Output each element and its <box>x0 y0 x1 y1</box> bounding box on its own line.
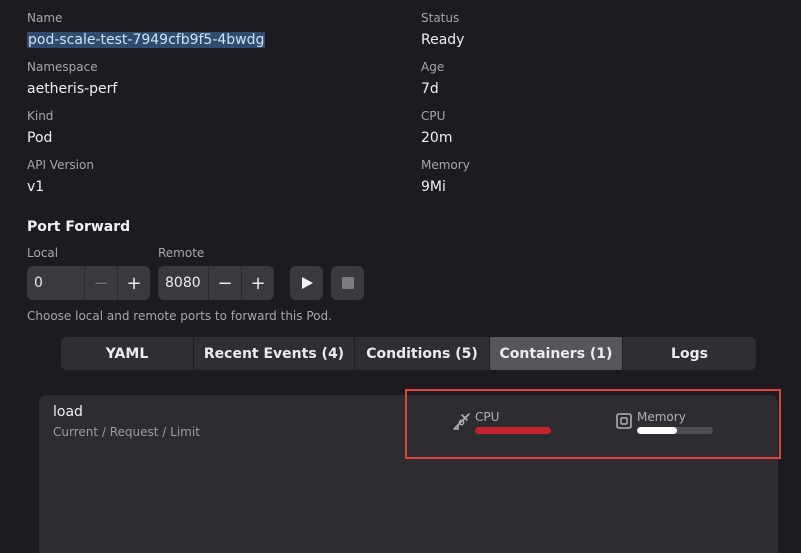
status-field: Status Ready <box>421 10 464 51</box>
status-label: Status <box>421 11 460 25</box>
detail-tabs: YAML Recent Events (4) Conditions (5) Co… <box>61 337 756 370</box>
start-forward-button[interactable] <box>290 266 323 300</box>
tab-conditions[interactable]: Conditions (5) <box>355 337 490 370</box>
name-value[interactable]: pod-scale-test-7949cfb9f5-4bwdg <box>27 32 266 48</box>
remote-port-input[interactable]: 8080 <box>158 266 208 300</box>
cpu-field: CPU 20m <box>421 108 452 149</box>
kind-label: Kind <box>27 109 54 123</box>
local-port-label: Local <box>27 246 59 260</box>
name-field: Name pod-scale-test-7949cfb9f5-4bwdg <box>27 10 266 51</box>
port-forward-hint: Choose local and remote ports to forward… <box>27 309 332 323</box>
remote-port-label: Remote <box>158 246 205 260</box>
remote-decrement-button[interactable]: − <box>208 266 241 300</box>
stop-forward-button[interactable] <box>331 266 364 300</box>
memory-value: 9Mi <box>421 179 446 195</box>
tab-recent-events[interactable]: Recent Events (4) <box>194 337 355 370</box>
local-decrement-button[interactable]: − <box>84 266 117 300</box>
age-field: Age 7d <box>421 59 444 100</box>
metrics-highlight <box>405 389 781 459</box>
api-version-field: API Version v1 <box>27 157 94 198</box>
namespace-field: Namespace aetheris-perf <box>27 59 117 100</box>
local-port-input[interactable]: 0 <box>27 266 84 300</box>
remote-increment-button[interactable]: + <box>241 266 274 300</box>
port-forward-title: Port Forward <box>27 219 131 235</box>
api-version-value: v1 <box>27 179 45 195</box>
local-increment-button[interactable]: + <box>117 266 150 300</box>
play-icon <box>301 277 313 289</box>
cpu-value: 20m <box>421 130 453 146</box>
kind-field: Kind Pod <box>27 108 53 149</box>
api-version-label: API Version <box>27 158 94 172</box>
tab-logs[interactable]: Logs <box>623 337 756 370</box>
namespace-label: Namespace <box>27 60 98 74</box>
tab-yaml[interactable]: YAML <box>61 337 194 370</box>
memory-field: Memory 9Mi <box>421 157 470 198</box>
age-label: Age <box>421 60 445 74</box>
age-value: 7d <box>421 81 439 97</box>
name-label: Name <box>27 11 63 25</box>
memory-label: Memory <box>421 158 470 172</box>
container-subtitle: Current / Request / Limit <box>53 425 200 439</box>
local-port-stepper: 0 − + <box>27 266 150 300</box>
status-value: Ready <box>421 32 465 48</box>
tab-containers[interactable]: Containers (1) <box>490 337 623 370</box>
namespace-value: aetheris-perf <box>27 81 118 97</box>
container-name: load <box>53 404 83 420</box>
remote-port-stepper: 8080 − + <box>158 266 274 300</box>
kind-value: Pod <box>27 130 53 146</box>
cpu-label: CPU <box>421 109 446 123</box>
stop-icon <box>341 277 354 289</box>
